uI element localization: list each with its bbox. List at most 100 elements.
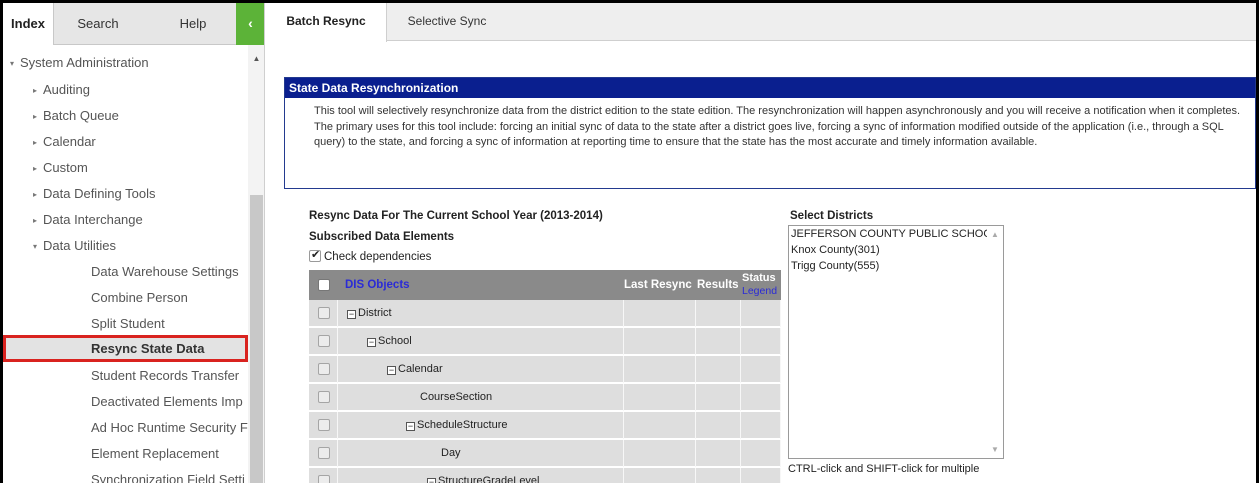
scroll-down-arrow-icon[interactable]: ▼ xyxy=(991,445,999,454)
tree-item-resync-state-data[interactable]: Resync State Data xyxy=(3,335,248,362)
tree-item-custom[interactable]: ▸ Custom xyxy=(3,155,248,181)
collapse-toggle-icon[interactable]: − xyxy=(367,338,376,347)
description-panel: State Data Resynchronization This tool w… xyxy=(284,77,1256,189)
table-row: − StructureGradeLevel xyxy=(309,468,781,483)
node-label: Calendar xyxy=(398,363,443,375)
tab-help[interactable]: Help xyxy=(163,3,223,45)
legend-link[interactable]: Legend xyxy=(742,285,777,297)
caret-right-icon: ▸ xyxy=(33,111,38,121)
tree-item-batch-queue[interactable]: ▸ Batch Queue xyxy=(3,103,248,129)
row-checkbox[interactable] xyxy=(318,447,330,459)
row-checkbox[interactable] xyxy=(318,307,330,319)
district-scrollbar[interactable]: ▲ ▼ xyxy=(987,226,1003,458)
tab-batch-resync[interactable]: Batch Resync xyxy=(266,3,387,42)
node-label: School xyxy=(378,335,412,347)
caret-down-icon: ▾ xyxy=(10,58,15,68)
row-checkbox[interactable] xyxy=(318,419,330,431)
tree-item-label: System Administration xyxy=(20,55,149,70)
check-dependencies-label: Check dependencies xyxy=(324,251,432,263)
row-checkbox[interactable] xyxy=(318,335,330,347)
caret-right-icon: ▸ xyxy=(33,189,38,199)
collapse-toggle-icon[interactable]: − xyxy=(387,366,396,375)
tree-item-data-interchange[interactable]: ▸ Data Interchange xyxy=(3,207,248,233)
tree-node[interactable]: − StructureGradeLevel xyxy=(427,468,540,483)
tree-item-synchronization-field-settings[interactable]: Synchronization Field Setti xyxy=(3,467,248,483)
check-dependencies-row[interactable]: Check dependencies xyxy=(309,248,432,263)
scroll-up-arrow-icon[interactable]: ▲ xyxy=(248,53,264,65)
tree-item-label: Custom xyxy=(43,160,88,175)
tree-item-ad-hoc-runtime-security[interactable]: Ad Hoc Runtime Security F xyxy=(3,415,248,441)
district-option[interactable]: Knox County(301) xyxy=(789,242,987,258)
tab-index[interactable]: Index xyxy=(3,3,54,45)
caret-down-icon: ▾ xyxy=(33,241,38,251)
index-tree: ▾ System Administration ▸ Auditing ▸ Batch … xyxy=(3,45,248,483)
subscribed-elements-title: Subscribed Data Elements xyxy=(309,231,455,243)
sidebar-tabs: Index Search Help ‹ xyxy=(3,3,264,45)
tree-item-student-records-transfer[interactable]: Student Records Transfer xyxy=(3,363,248,389)
node-label: StructureGradeLevel xyxy=(438,475,540,483)
tree-item-split-student[interactable]: Split Student xyxy=(3,311,248,337)
row-checkbox[interactable] xyxy=(318,391,330,403)
tree-node[interactable]: − Calendar xyxy=(387,356,443,383)
caret-right-icon: ▸ xyxy=(33,163,38,173)
tree-node[interactable]: − District xyxy=(347,300,392,327)
check-dependencies-checkbox[interactable] xyxy=(309,248,321,262)
node-label: District xyxy=(358,307,392,319)
sidebar-scrollbar[interactable]: ▲ xyxy=(248,45,264,483)
tab-search[interactable]: Search xyxy=(63,3,133,45)
results-header: Results xyxy=(697,279,739,291)
collapse-toggle-icon[interactable]: − xyxy=(427,478,436,483)
app-frame: Index Search Help ‹ ▾ System Administrati… xyxy=(3,3,1256,483)
district-option[interactable]: JEFFERSON COUNTY PUBLIC SCHOOLS(275) xyxy=(789,226,987,242)
dis-objects-table: DIS Objects Last Resync Results Status L… xyxy=(309,270,781,483)
tree-item-calendar[interactable]: ▸ Calendar xyxy=(3,129,248,155)
tree-item-data-utilities[interactable]: ▾ Data Utilities xyxy=(3,233,248,259)
table-row: − School xyxy=(309,328,781,355)
status-header: Status xyxy=(742,272,776,284)
row-checkbox[interactable] xyxy=(318,475,330,483)
panel-description: This tool will selectively resynchronize… xyxy=(314,105,1241,148)
chevron-left-icon: ‹ xyxy=(248,15,253,31)
tree-item-deactivated-elements-import[interactable]: Deactivated Elements Imp xyxy=(3,389,248,415)
row-checkbox[interactable] xyxy=(318,363,330,375)
tree-node[interactable]: Day xyxy=(441,440,461,467)
table-row: − District xyxy=(309,300,781,327)
scroll-up-arrow-icon[interactable]: ▲ xyxy=(991,230,999,239)
panel-title: State Data Resynchronization xyxy=(285,78,1255,98)
select-districts-title: Select Districts xyxy=(790,210,874,222)
collapse-sidebar-button[interactable]: ‹ xyxy=(236,3,264,45)
resync-year-title: Resync Data For The Current School Year … xyxy=(309,210,603,222)
sidebar: Index Search Help ‹ ▾ System Administrati… xyxy=(3,3,265,483)
tree-item-combine-person[interactable]: Combine Person xyxy=(3,285,248,311)
collapse-toggle-icon[interactable]: − xyxy=(406,422,415,431)
table-row: CourseSection xyxy=(309,384,781,411)
tab-selective-sync[interactable]: Selective Sync xyxy=(387,3,507,41)
tree-item-label: Data Utilities xyxy=(43,238,116,253)
tree-node[interactable]: − ScheduleStructure xyxy=(406,412,508,439)
select-all-checkbox[interactable] xyxy=(318,279,330,291)
table-row: − Calendar xyxy=(309,356,781,383)
tree-item-data-defining-tools[interactable]: ▸ Data Defining Tools xyxy=(3,181,248,207)
tree-item-label: Data Defining Tools xyxy=(43,186,156,201)
tree-item-label: Batch Queue xyxy=(43,108,119,123)
tree-item-label: Calendar xyxy=(43,134,96,149)
node-label: ScheduleStructure xyxy=(417,419,508,431)
tree-item-data-warehouse-settings[interactable]: Data Warehouse Settings xyxy=(3,259,248,285)
multi-select-hint: CTRL-click and SHIFT-click for multiple xyxy=(788,463,980,475)
caret-right-icon: ▸ xyxy=(33,137,38,147)
district-listbox[interactable]: JEFFERSON COUNTY PUBLIC SCHOOLS(275) Kno… xyxy=(788,225,1004,459)
caret-right-icon: ▸ xyxy=(33,215,38,225)
scrollbar-thumb[interactable] xyxy=(250,195,263,483)
district-option[interactable]: Trigg County(555) xyxy=(789,258,987,274)
tree-node[interactable]: CourseSection xyxy=(420,384,492,411)
main-tabs: Batch Resync Selective Sync xyxy=(266,3,1256,42)
tree-item-system-administration[interactable]: ▾ System Administration xyxy=(3,50,248,76)
collapse-toggle-icon[interactable]: − xyxy=(347,310,356,319)
tree-node[interactable]: − School xyxy=(367,328,412,355)
tree-item-element-replacement[interactable]: Element Replacement xyxy=(3,441,248,467)
tree-item-label: Data Interchange xyxy=(43,212,143,227)
table-row: Day xyxy=(309,440,781,467)
dis-objects-header-link[interactable]: DIS Objects xyxy=(345,279,410,291)
tree-item-auditing[interactable]: ▸ Auditing xyxy=(3,77,248,103)
caret-right-icon: ▸ xyxy=(33,85,38,95)
